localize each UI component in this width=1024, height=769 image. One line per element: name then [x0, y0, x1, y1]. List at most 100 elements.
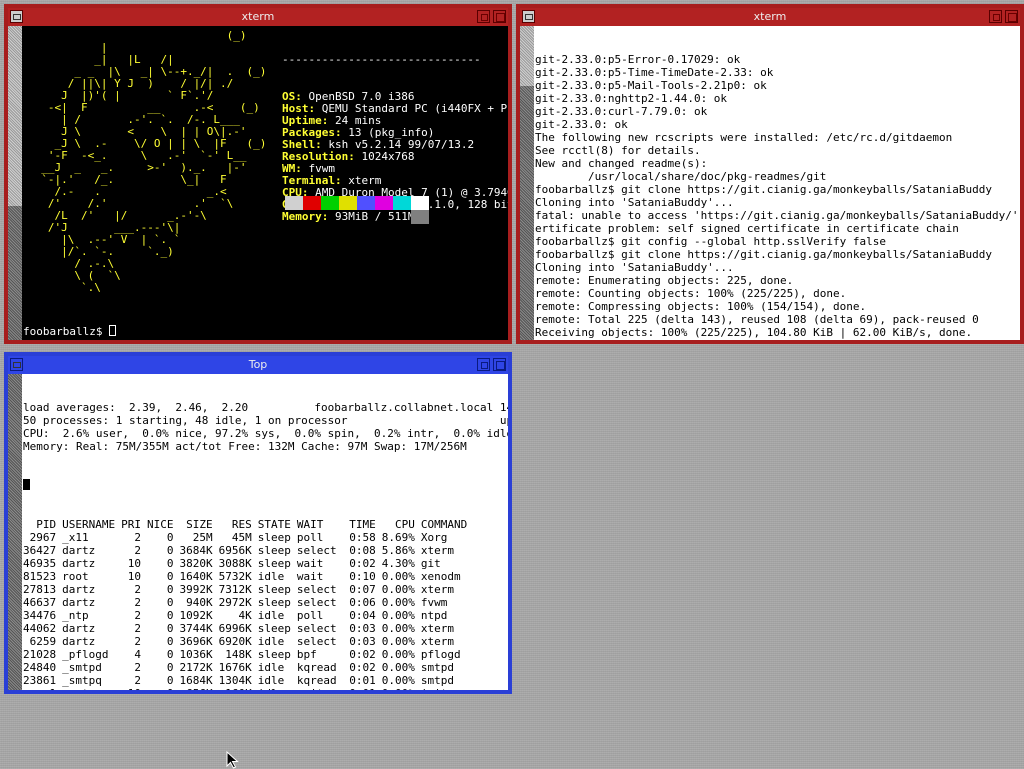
- column-label: COMMAND: [420, 518, 468, 531]
- prompt-text: foobarballz$: [23, 325, 110, 338]
- table-row: 2967 _x11 2 0 25M 45M sleep poll 0:58 8.69% Xorg: [23, 531, 473, 544]
- table-cell: 0: [166, 557, 174, 570]
- table-cell: select: [296, 544, 337, 557]
- top-summary-line: Memory: Real: 75M/355M act/tot Free: 132…: [23, 440, 467, 453]
- minimize-button[interactable]: [989, 10, 1002, 23]
- table-row: 46935 dartz 10 0 3820K 3088K sleep wait 0:02 4.30…: [23, 557, 473, 570]
- output-line: fatal: unable to access 'https://git.cia…: [535, 209, 1020, 222]
- table-cell: 1: [23, 687, 62, 690]
- table-cell: 3088K: [218, 557, 252, 570]
- scrollbar-thumb[interactable]: [520, 86, 534, 340]
- table-cell: 3992K: [179, 583, 213, 596]
- table-cell: 2: [134, 609, 141, 622]
- table-cell: 0.00%: [382, 687, 421, 690]
- color-palette-row2: [411, 210, 429, 224]
- output-line: remote: Counting objects: 100% (225/225)…: [535, 287, 847, 300]
- table-row: 46637 dartz 2 0 940K 2972K sleep select 0:06 0.00…: [23, 596, 473, 609]
- desktop[interactable]: { "windows": { "neofetch": { "title": "x…: [0, 0, 1024, 769]
- table-cell: 2: [134, 674, 141, 687]
- table-cell: idle: [257, 609, 285, 622]
- terminal-output[interactable]: (_) | _| |L /| _ _ |\ _| \--+._/| . (_) …: [22, 26, 508, 340]
- table-cell: sleep: [257, 622, 291, 635]
- title-bar[interactable]: Top: [8, 356, 508, 374]
- process-table: PID USERNAME PRI NICE SIZE RES STATE WAIT TIME CP…: [23, 518, 473, 690]
- output-line: remote: Compressing objects: 100% (154/1…: [535, 300, 867, 313]
- color-swatch: [285, 196, 303, 210]
- table-cell: 25M: [192, 531, 213, 544]
- table-cell: 0: [166, 661, 174, 674]
- column-header: STATE: [258, 518, 297, 531]
- table-cell: 10: [121, 687, 147, 690]
- column-label: RES: [231, 518, 252, 531]
- scrollbar-thumb[interactable]: [8, 206, 22, 340]
- top-output[interactable]: load averages: 2.39, 2.46, 2.20 foobarba…: [22, 374, 508, 690]
- title-bar[interactable]: xterm: [8, 8, 508, 26]
- output-line: git-2.33.0:nghttp2-1.44.0: ok: [535, 92, 728, 105]
- table-cell: kqread: [296, 674, 337, 687]
- terminal-output[interactable]: git-2.33.0:p5-Error-0.17029: ok git-2.33.…: [534, 26, 1020, 340]
- table-cell: 3696K: [179, 635, 213, 648]
- column-header: COMMAND: [421, 518, 473, 531]
- table-cell: 27813: [23, 583, 57, 596]
- title-bar[interactable]: xterm: [520, 8, 1020, 26]
- table-cell: kqread: [296, 661, 337, 674]
- table-cell: 6956K: [218, 544, 252, 557]
- maximize-button[interactable]: [493, 10, 506, 23]
- text-cursor: [23, 479, 30, 490]
- output-line: /usr/local/share/doc/pkg-readmes/git: [535, 170, 827, 183]
- top-summary-line: 50 processes: 1 starting, 48 idle, 1 on …: [23, 414, 508, 427]
- table-cell: select: [296, 635, 337, 648]
- minimize-button[interactable]: [477, 358, 490, 371]
- scrollbar[interactable]: [8, 374, 22, 690]
- ascii-line: `.\: [28, 281, 101, 294]
- table-cell: 7312K: [218, 583, 252, 596]
- column-header: PID: [23, 518, 62, 531]
- scrollbar[interactable]: [520, 26, 534, 340]
- maximize-button[interactable]: [493, 358, 506, 371]
- table-cell: bpf: [296, 648, 317, 661]
- output-line: git-2.33.0:curl-7.79.0: ok: [535, 105, 708, 118]
- table-cell: xterm: [420, 583, 454, 596]
- table-cell: xterm: [420, 544, 454, 557]
- table-cell: sleep: [257, 648, 291, 661]
- minimize-button[interactable]: [477, 10, 490, 23]
- table-cell: 2: [134, 596, 141, 609]
- maximize-button[interactable]: [1005, 10, 1018, 23]
- table-cell: 46935: [23, 557, 57, 570]
- output-line: Receiving objects: 100% (225/225), 104.8…: [535, 326, 973, 339]
- table-cell: git: [420, 557, 441, 570]
- top-window[interactable]: Top load averages: 2.39, 2.46, 2.20 foob…: [4, 352, 512, 694]
- system-info: ------------------------------ OS: OpenB…: [282, 30, 508, 247]
- table-cell: sleep: [257, 531, 291, 544]
- table-cell: _pflogd: [62, 648, 109, 661]
- table-cell: 0:01: [349, 674, 376, 687]
- table-cell: 0: [166, 622, 174, 635]
- table-cell: select: [296, 583, 337, 596]
- column-label: WAIT: [296, 518, 324, 531]
- table-cell: 0: [166, 674, 174, 687]
- column-label: STATE: [257, 518, 291, 531]
- color-palette-row1: [285, 196, 429, 210]
- table-cell: 0.00%: [381, 648, 415, 661]
- table-cell: 34476: [23, 609, 57, 622]
- column-label: CPU: [394, 518, 415, 531]
- shell-prompt[interactable]: foobarballz$: [23, 325, 117, 338]
- scrollbar[interactable]: [8, 26, 22, 340]
- output-line: git-2.33.0:p5-Time-TimeDate-2.33: ok: [535, 66, 774, 79]
- table-cell: xterm: [420, 622, 454, 635]
- output-line: git-2.33.0: ok: [535, 118, 628, 131]
- output-line: foobarballz$ git clone https://git.ciani…: [535, 248, 992, 261]
- git-xterm-window[interactable]: xterm git-2.33.0:p5-Error-0.17029: ok git…: [516, 4, 1024, 344]
- table-cell: wait: [296, 570, 324, 583]
- neofetch-xterm-window[interactable]: xterm (_) | _| |L /| _ _ |\ _| \--+._/| …: [4, 4, 512, 344]
- table-cell: 0: [166, 544, 174, 557]
- table-cell: 5732K: [218, 570, 252, 583]
- color-swatch: [393, 196, 411, 210]
- scrollbar-thumb[interactable]: [8, 374, 22, 690]
- table-cell: 0:07: [349, 583, 376, 596]
- top-summary-line: CPU: 2.6% user, 0.0% nice, 97.2% sys, 0.…: [23, 427, 508, 440]
- table-cell: 2: [134, 661, 141, 674]
- table-cell: 1036K: [179, 648, 213, 661]
- table-cell: 0:03: [349, 622, 376, 635]
- table-cell: 1304K: [218, 674, 252, 687]
